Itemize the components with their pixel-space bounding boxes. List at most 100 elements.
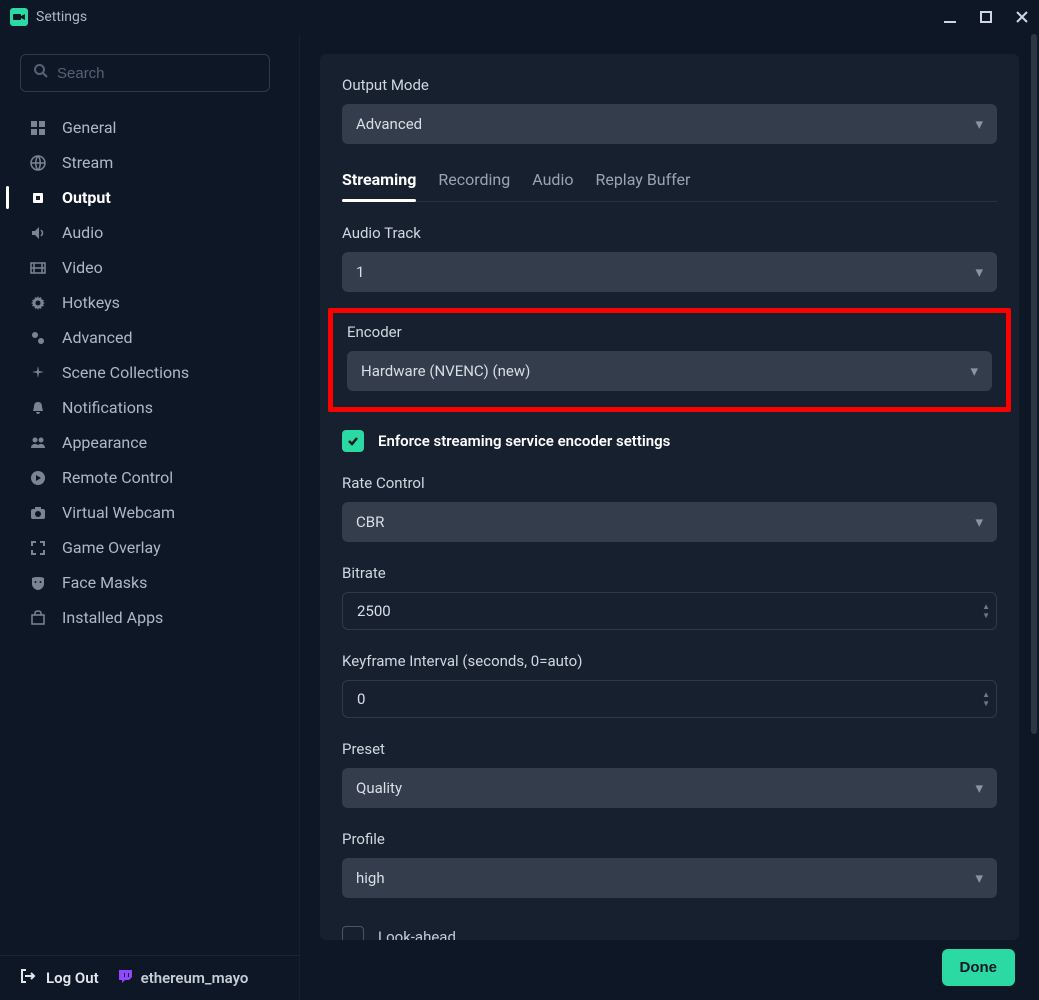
keyframe-stepper[interactable]: ▲▼ bbox=[982, 691, 990, 708]
sidebar-item-video[interactable]: Video bbox=[0, 250, 299, 285]
logout-label: Log Out bbox=[46, 969, 99, 987]
encoder-label: Encoder bbox=[347, 323, 992, 341]
logout-button[interactable]: Log Out bbox=[20, 968, 99, 988]
tab-streaming[interactable]: Streaming bbox=[342, 170, 416, 201]
sidebar-item-hotkeys[interactable]: Hotkeys bbox=[0, 285, 299, 320]
search-input[interactable] bbox=[20, 54, 270, 92]
window-title: Settings bbox=[36, 9, 87, 25]
sidebar-item-label: Video bbox=[62, 258, 103, 277]
sidebar-item-label: Advanced bbox=[62, 328, 133, 347]
output-mode-label: Output Mode bbox=[342, 76, 997, 94]
tab-replay-buffer[interactable]: Replay Buffer bbox=[595, 170, 690, 201]
audio-track-label: Audio Track bbox=[342, 224, 997, 242]
sidebar: General Stream Output Audio Video Hotkey… bbox=[0, 34, 300, 1000]
step-down-icon[interactable]: ▼ bbox=[982, 612, 990, 620]
globe-icon bbox=[28, 155, 48, 171]
bell-icon bbox=[28, 400, 48, 416]
sidebar-item-virtual-webcam[interactable]: Virtual Webcam bbox=[0, 495, 299, 530]
step-up-icon[interactable]: ▲ bbox=[982, 691, 990, 699]
scrollbar[interactable] bbox=[1030, 34, 1038, 1000]
select-value: high bbox=[356, 869, 385, 887]
sidebar-item-label: Appearance bbox=[62, 433, 147, 452]
chevron-down-icon: ▾ bbox=[975, 869, 983, 887]
sidebar-item-stream[interactable]: Stream bbox=[0, 145, 299, 180]
output-mode-select[interactable]: Advanced ▾ bbox=[342, 104, 997, 144]
sidebar-item-notifications[interactable]: Notifications bbox=[0, 390, 299, 425]
enforce-checkbox[interactable] bbox=[342, 430, 364, 452]
sidebar-item-installed-apps[interactable]: Installed Apps bbox=[0, 600, 299, 635]
grid-icon bbox=[28, 120, 48, 136]
profile-label: Profile bbox=[342, 830, 997, 848]
audio-track-select[interactable]: 1 ▾ bbox=[342, 252, 997, 292]
encoder-highlight: Encoder Hardware (NVENC) (new) ▾ bbox=[328, 308, 1011, 412]
input-value: 0 bbox=[357, 690, 982, 708]
sidebar-item-label: Installed Apps bbox=[62, 608, 163, 627]
twitch-icon bbox=[117, 968, 133, 988]
sidebar-item-label: Remote Control bbox=[62, 468, 173, 487]
username-label: ethereum_mayo bbox=[141, 969, 249, 987]
sidebar-footer: Log Out ethereum_mayo bbox=[0, 955, 299, 1000]
bitrate-label: Bitrate bbox=[342, 564, 997, 582]
select-value: Hardware (NVENC) (new) bbox=[361, 362, 530, 380]
mask-icon bbox=[28, 575, 48, 591]
sidebar-item-remote-control[interactable]: Remote Control bbox=[0, 460, 299, 495]
chevron-down-icon: ▾ bbox=[975, 779, 983, 797]
profile-select[interactable]: high ▾ bbox=[342, 858, 997, 898]
expand-icon bbox=[28, 540, 48, 556]
sidebar-item-audio[interactable]: Audio bbox=[0, 215, 299, 250]
step-up-icon[interactable]: ▲ bbox=[982, 603, 990, 611]
chevron-down-icon: ▾ bbox=[975, 263, 983, 281]
bitrate-stepper[interactable]: ▲▼ bbox=[982, 603, 990, 620]
lookahead-checkbox-row[interactable]: Look-ahead bbox=[342, 926, 997, 940]
select-value: Advanced bbox=[356, 115, 422, 133]
sparkles-icon bbox=[28, 365, 48, 381]
play-circle-icon bbox=[28, 470, 48, 486]
user-chip[interactable]: ethereum_mayo bbox=[117, 968, 249, 988]
sidebar-item-game-overlay[interactable]: Game Overlay bbox=[0, 530, 299, 565]
sidebar-item-label: Game Overlay bbox=[62, 538, 161, 557]
sidebar-item-label: Hotkeys bbox=[62, 293, 120, 312]
footer: Done bbox=[942, 949, 1016, 986]
keyframe-input[interactable]: 0 ▲▼ bbox=[342, 680, 997, 718]
sidebar-item-label: Stream bbox=[62, 153, 113, 172]
sidebar-item-label: Notifications bbox=[62, 398, 153, 417]
film-icon bbox=[28, 260, 48, 276]
sidebar-item-label: Audio bbox=[62, 223, 103, 242]
sidebar-item-label: General bbox=[62, 118, 116, 137]
lookahead-checkbox[interactable] bbox=[342, 926, 364, 940]
bitrate-input[interactable]: 2500 ▲▼ bbox=[342, 592, 997, 630]
logout-icon bbox=[20, 968, 36, 988]
sidebar-item-label: Face Masks bbox=[62, 573, 147, 592]
content-card: Output Mode Advanced ▾ Streaming Recordi… bbox=[320, 54, 1019, 940]
tab-recording[interactable]: Recording bbox=[438, 170, 510, 201]
enforce-checkbox-row[interactable]: Enforce streaming service encoder settin… bbox=[342, 430, 997, 452]
step-down-icon[interactable]: ▼ bbox=[982, 700, 990, 708]
enforce-label: Enforce streaming service encoder settin… bbox=[378, 432, 670, 450]
sidebar-item-advanced[interactable]: Advanced bbox=[0, 320, 299, 355]
select-value: 1 bbox=[356, 263, 364, 281]
sidebar-item-output[interactable]: Output bbox=[0, 180, 299, 215]
preset-select[interactable]: Quality ▾ bbox=[342, 768, 997, 808]
chevron-down-icon: ▾ bbox=[975, 513, 983, 531]
rate-control-label: Rate Control bbox=[342, 474, 997, 492]
sidebar-item-appearance[interactable]: Appearance bbox=[0, 425, 299, 460]
minimize-button[interactable] bbox=[943, 10, 957, 24]
encoder-select[interactable]: Hardware (NVENC) (new) ▾ bbox=[347, 351, 992, 391]
search-field[interactable] bbox=[57, 65, 257, 82]
maximize-button[interactable] bbox=[979, 10, 993, 24]
camera-icon bbox=[28, 505, 48, 521]
output-tabs: Streaming Recording Audio Replay Buffer bbox=[342, 170, 997, 202]
rate-control-select[interactable]: CBR ▾ bbox=[342, 502, 997, 542]
tab-audio[interactable]: Audio bbox=[532, 170, 573, 201]
people-icon bbox=[28, 435, 48, 451]
sidebar-item-face-masks[interactable]: Face Masks bbox=[0, 565, 299, 600]
sidebar-item-label: Virtual Webcam bbox=[62, 503, 175, 522]
lookahead-label: Look-ahead bbox=[378, 928, 456, 940]
close-button[interactable] bbox=[1015, 10, 1029, 24]
done-button[interactable]: Done bbox=[942, 949, 1016, 986]
shop-icon bbox=[28, 610, 48, 626]
cpu-icon bbox=[28, 190, 48, 206]
keyframe-label: Keyframe Interval (seconds, 0=auto) bbox=[342, 652, 997, 670]
sidebar-item-scene-collections[interactable]: Scene Collections bbox=[0, 355, 299, 390]
sidebar-item-general[interactable]: General bbox=[0, 110, 299, 145]
